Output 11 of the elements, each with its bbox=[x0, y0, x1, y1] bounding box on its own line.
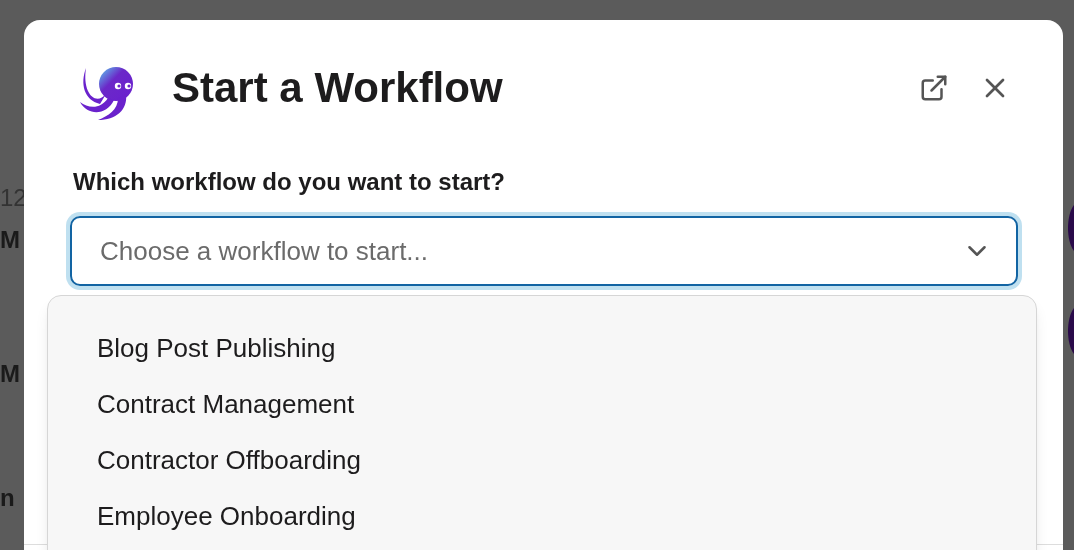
workflow-option[interactable]: Contract Management bbox=[48, 386, 1036, 422]
workflow-option[interactable]: Contractor Offboarding bbox=[48, 442, 1036, 478]
workflow-option[interactable]: Blog Post Publishing bbox=[48, 330, 1036, 366]
field-label: Which workflow do you want to start? bbox=[73, 167, 506, 197]
open-external-icon[interactable] bbox=[919, 73, 949, 103]
select-placeholder: Choose a workflow to start... bbox=[100, 234, 429, 268]
dialog-title: Start a Workflow bbox=[172, 62, 503, 113]
background-text: M bbox=[0, 362, 21, 386]
background-text: M bbox=[0, 228, 21, 252]
background-text: n bbox=[0, 486, 16, 510]
workflow-option[interactable]: Employee Onboarding bbox=[48, 498, 1036, 534]
